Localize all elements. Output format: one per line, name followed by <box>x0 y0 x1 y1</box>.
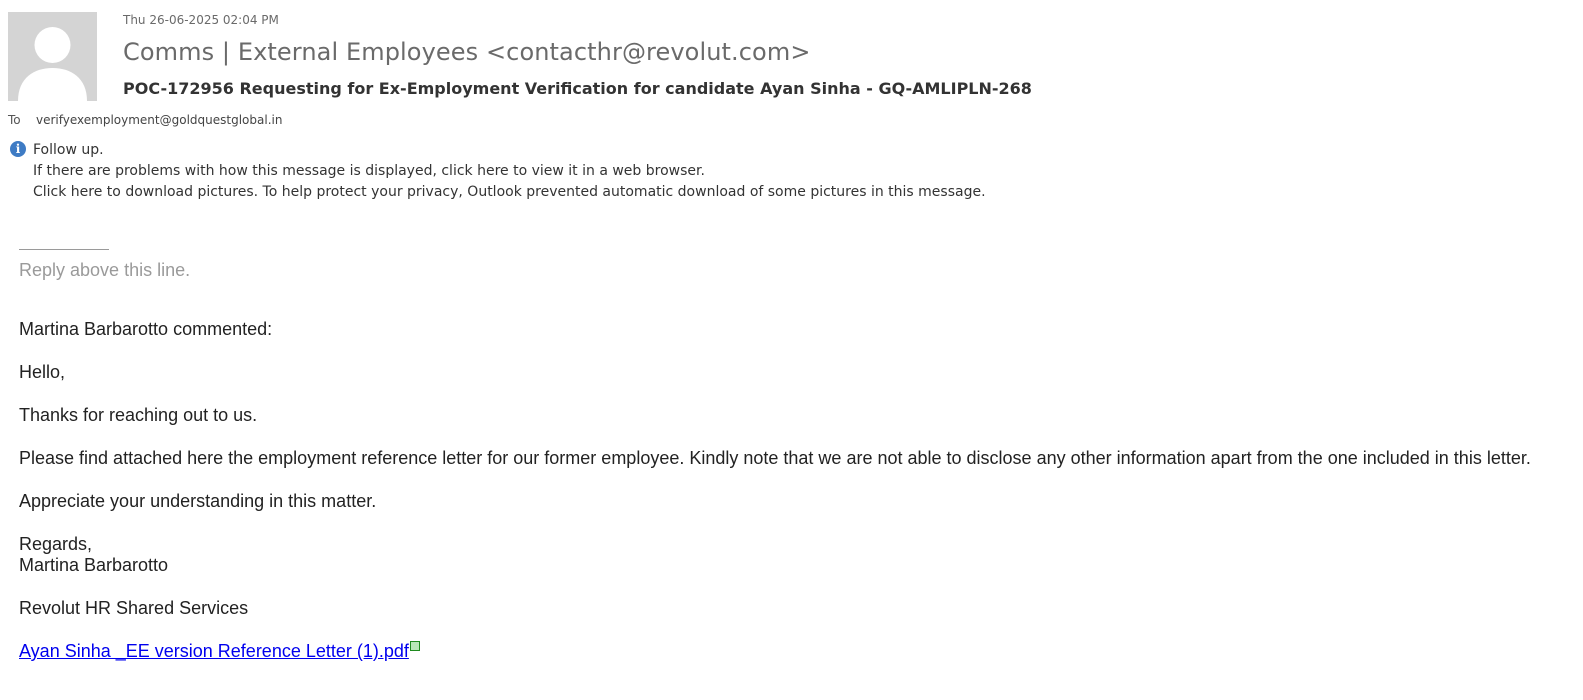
info-messages: Follow up. If there are problems with ho… <box>33 140 986 203</box>
signature-team: Revolut HR Shared Services <box>19 598 249 618</box>
view-in-browser-link[interactable]: If there are problems with how this mess… <box>33 161 986 182</box>
email-subject: POC-172956 Requesting for Ex-Employment … <box>123 79 1032 98</box>
attachment-link[interactable]: Ayan Sinha _EE version Reference Letter … <box>19 641 409 661</box>
person-silhouette-icon <box>8 12 97 101</box>
sent-date: Thu 26-06-2025 02:04 PM <box>123 13 279 27</box>
message-body: Reply above this line. Martina Barbarott… <box>19 236 1531 662</box>
comment-author-line: Martina Barbarotto commented: <box>19 319 273 339</box>
appreciate-paragraph: Appreciate your understanding in this ma… <box>19 491 377 511</box>
attachment-row: Ayan Sinha _EE version Reference Letter … <box>19 641 1531 662</box>
recipients-row: To verifyexemployment@goldquestglobal.in <box>8 113 282 127</box>
reply-divider <box>19 249 109 250</box>
recipient-address[interactable]: verifyexemployment@goldquestglobal.in <box>36 113 282 127</box>
reply-above-line-text: Reply above this line. <box>19 260 191 280</box>
signature-name: Martina Barbarotto <box>19 555 169 575</box>
greeting: Hello, <box>19 362 66 382</box>
thanks-paragraph: Thanks for reaching out to us. <box>19 405 258 425</box>
email-reading-pane: Thu 26-06-2025 02:04 PM Comms | External… <box>0 0 1583 700</box>
external-link-icon <box>409 641 420 651</box>
to-label: To <box>8 113 21 127</box>
follow-up-flag-text: Follow up. <box>33 142 104 158</box>
info-icon: i <box>10 141 26 157</box>
download-pictures-link[interactable]: Click here to download pictures. To help… <box>33 182 986 203</box>
sender-name[interactable]: Comms | External Employees <contacthr@re… <box>123 38 811 66</box>
sender-avatar <box>8 12 97 101</box>
regards-line: Regards, <box>19 534 93 554</box>
main-paragraph: Please find attached here the employment… <box>19 448 1531 468</box>
